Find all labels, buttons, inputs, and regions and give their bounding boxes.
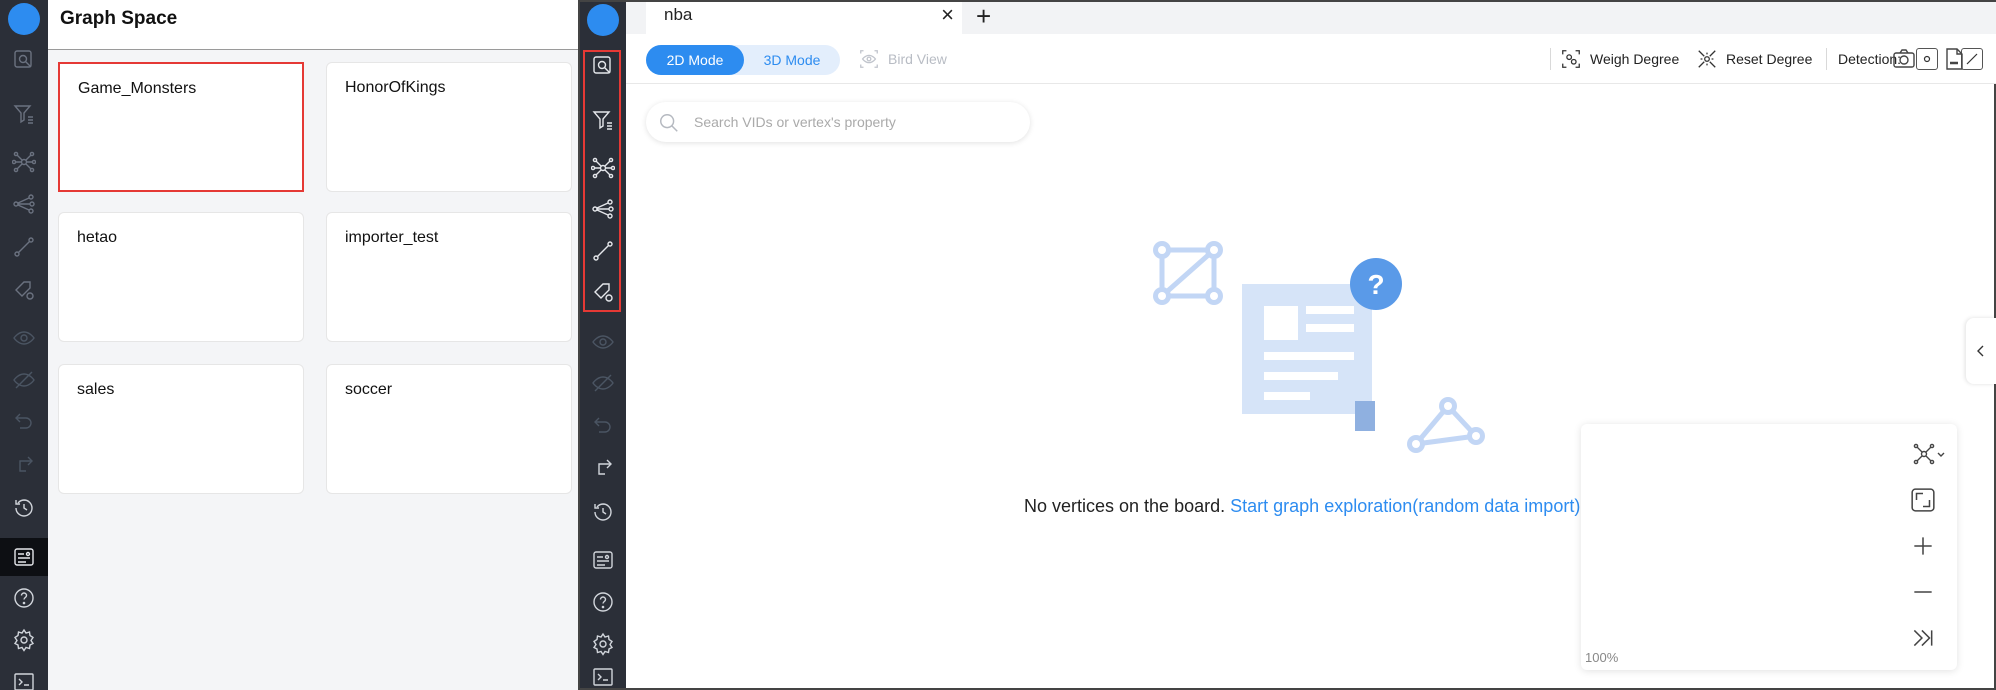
collapse-panel-button[interactable] (1966, 318, 1996, 384)
show-icon[interactable] (0, 362, 48, 398)
empty-state-illustration: ? (1153, 241, 1485, 453)
console-icon[interactable] (0, 664, 48, 690)
weigh-degree-label: Weigh Degree (1590, 51, 1680, 67)
tab-nba[interactable]: nba × (646, 2, 962, 34)
edge-icon (1966, 53, 1978, 65)
settings-icon[interactable] (580, 626, 626, 662)
plus-icon (1914, 537, 1932, 555)
fit-view-icon (1911, 488, 1935, 512)
find-path-icon[interactable] (0, 186, 48, 222)
space-card-soccer[interactable]: soccer (326, 364, 572, 494)
undo-icon[interactable] (580, 407, 626, 443)
right-sidebar (580, 2, 626, 688)
console-icon[interactable] (580, 666, 626, 688)
reset-degree-icon (1698, 50, 1716, 68)
camera-icon[interactable] (1892, 47, 1916, 71)
layout-icon (1913, 443, 1945, 465)
redo-icon[interactable] (0, 446, 48, 482)
reset-degree-label: Reset Degree (1726, 51, 1813, 67)
edge-path-icon[interactable] (580, 233, 626, 269)
tag-view-icon[interactable] (580, 274, 626, 310)
filter-icon[interactable] (580, 102, 626, 138)
zoom-out-button[interactable] (1907, 576, 1939, 608)
settings-icon[interactable] (0, 622, 48, 658)
tab-bar: nba × + (626, 2, 1996, 34)
space-card-hetao[interactable]: hetao (58, 212, 304, 342)
history-icon[interactable] (0, 490, 48, 526)
eye-icon (860, 50, 878, 68)
collapse-zoom-button[interactable] (1907, 622, 1939, 654)
empty-state-message: No vertices on the board. Start graph ex… (1024, 496, 1580, 517)
export-csv-icon[interactable] (1992, 47, 1996, 71)
edge-path-icon[interactable] (0, 229, 48, 265)
divider (1550, 48, 1551, 70)
hide-icon[interactable] (580, 324, 626, 360)
app-logo[interactable] (8, 3, 40, 35)
expand-graph-icon[interactable] (0, 144, 48, 180)
undo-icon[interactable] (0, 403, 48, 439)
schema-icon[interactable] (0, 538, 48, 576)
svg-text:?: ? (1367, 269, 1384, 300)
reset-degree-button[interactable]: Reset Degree (1696, 46, 1812, 72)
export-png-icon[interactable] (1942, 47, 1966, 71)
app-logo[interactable] (587, 4, 619, 36)
add-tab-button[interactable]: + (976, 2, 991, 30)
hide-icon[interactable] (0, 320, 48, 356)
dot-icon (1923, 55, 1931, 63)
space-name: soccer (345, 381, 393, 398)
expand-graph-icon[interactable] (580, 150, 626, 186)
double-chevron-right-icon (1913, 629, 1933, 647)
help-icon[interactable] (0, 580, 48, 616)
chevron-left-icon (1977, 345, 1984, 357)
help-icon[interactable] (580, 584, 626, 620)
detect-vertex-button[interactable] (1916, 48, 1938, 70)
space-name: sales (77, 381, 115, 398)
mode-3d-button[interactable]: 3D Mode (744, 45, 840, 75)
space-card-sales[interactable]: sales (58, 364, 304, 494)
graph-space-panel: Graph Space Game_Monsters HonorOfKings h… (48, 0, 578, 690)
mode-2d-button[interactable]: 2D Mode (646, 45, 744, 75)
tab-label: nba (664, 5, 693, 24)
toolbar: 2D Mode 3D Mode Bird View Weigh Degree R… (626, 34, 1996, 84)
search-icon (660, 114, 678, 132)
search-input[interactable] (694, 112, 1014, 132)
space-name: Game_Monsters (78, 80, 197, 97)
minus-icon (1914, 591, 1932, 593)
empty-message-text: No vertices on the board. (1024, 496, 1226, 516)
left-sidebar (0, 0, 48, 690)
search-console-icon[interactable] (0, 42, 48, 78)
zoom-panel: 100% (1581, 424, 1957, 670)
search-console-icon[interactable] (580, 48, 626, 84)
space-card-game-monsters[interactable]: Game_Monsters (58, 62, 304, 192)
filter-icon[interactable] (0, 96, 48, 132)
show-icon[interactable] (580, 365, 626, 401)
close-icon[interactable]: × (941, 4, 954, 26)
search-box[interactable] (646, 102, 1030, 142)
zoom-in-button[interactable] (1907, 530, 1939, 562)
weigh-degree-button[interactable]: Weigh Degree (1560, 46, 1679, 72)
space-name: hetao (77, 229, 118, 246)
divider (1826, 48, 1827, 70)
weigh-degree-icon (1562, 50, 1580, 68)
space-name: HonorOfKings (345, 79, 446, 96)
tag-view-icon[interactable] (0, 272, 48, 308)
bird-view-button[interactable]: Bird View (858, 46, 947, 72)
mode-switch: 2D Mode 3D Mode (646, 45, 840, 75)
fit-view-button[interactable] (1907, 484, 1939, 516)
find-path-icon[interactable] (580, 191, 626, 227)
zoom-level: 100% (1585, 650, 1619, 665)
redo-icon[interactable] (580, 449, 626, 485)
space-card-importer-test[interactable]: importer_test (326, 212, 572, 342)
history-icon[interactable] (580, 494, 626, 530)
schema-icon[interactable] (580, 542, 626, 578)
start-exploration-link[interactable]: Start graph exploration(random data impo… (1230, 496, 1580, 516)
graph-space-header: Graph Space (48, 0, 578, 50)
page-title: Graph Space (60, 8, 178, 29)
bird-view-label: Bird View (888, 51, 947, 67)
layout-switch-button[interactable] (1905, 438, 1953, 470)
space-name: importer_test (345, 229, 439, 246)
space-card-honorofkings[interactable]: HonorOfKings (326, 62, 572, 192)
